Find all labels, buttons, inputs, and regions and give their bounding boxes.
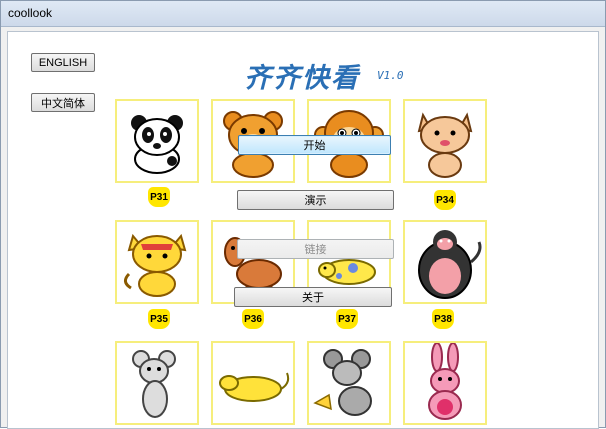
thumbnail-card[interactable] xyxy=(115,220,199,304)
thumbnail-card[interactable] xyxy=(211,341,295,425)
link-button[interactable]: 链接 xyxy=(237,239,394,259)
thumbnail-card[interactable] xyxy=(307,341,391,425)
card-label: P38 xyxy=(432,309,454,329)
card-label: P35 xyxy=(148,309,170,329)
gorilla-icon xyxy=(418,230,482,299)
app-title: 齐齐快看 xyxy=(244,63,360,94)
window-title: coollook xyxy=(8,6,53,20)
rabbit-icon xyxy=(428,343,462,420)
chinese-button[interactable]: 中文简体 xyxy=(31,93,95,112)
panda-icon xyxy=(131,115,183,174)
app-window: coollook ENGLISH 中文简体 齐齐快看 V1.0 P31 P34 … xyxy=(0,0,606,429)
start-button[interactable]: 开始 xyxy=(238,135,391,155)
thumbnail-card[interactable] xyxy=(403,99,487,183)
tabby-cat-icon xyxy=(124,233,187,297)
about-button[interactable]: 关于 xyxy=(234,287,392,307)
card-label: P37 xyxy=(336,309,358,329)
grey-mouse-icon xyxy=(313,349,372,416)
card-label: P36 xyxy=(242,309,264,329)
app-version: V1.0 xyxy=(377,69,404,82)
thumbnail-card[interactable] xyxy=(115,341,199,425)
mouse-icon xyxy=(132,350,176,418)
english-button[interactable]: ENGLISH xyxy=(31,53,95,72)
client-area: ENGLISH 中文简体 齐齐快看 V1.0 P31 P34 P35 P36 P… xyxy=(7,31,599,429)
card-label: P31 xyxy=(148,187,170,207)
sleeping-mouse-icon xyxy=(219,372,290,402)
demo-button[interactable]: 演示 xyxy=(237,190,394,210)
cat-icon xyxy=(417,112,473,178)
thumbnail-card[interactable] xyxy=(115,99,199,183)
thumbnail-card[interactable] xyxy=(403,341,487,425)
card-label: P34 xyxy=(434,190,456,210)
title-bar[interactable]: coollook xyxy=(1,1,605,27)
thumbnail-card[interactable] xyxy=(403,220,487,304)
